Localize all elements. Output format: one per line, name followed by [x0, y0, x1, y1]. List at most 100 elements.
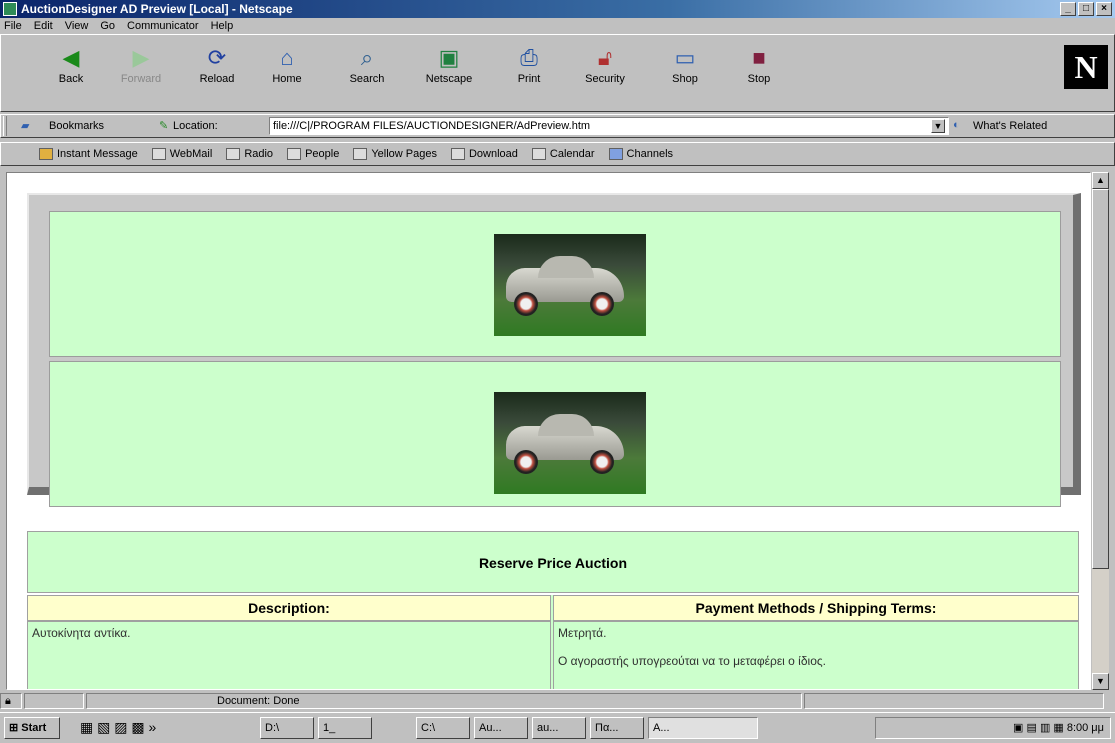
minimize-button[interactable]: _ — [1060, 2, 1076, 16]
stop-icon: ■ — [752, 45, 766, 70]
bookmark-page-icon — [450, 148, 465, 161]
payment-text-1: Μετρητά. — [558, 626, 607, 640]
image-cell-1 — [49, 211, 1061, 357]
bookmark-page-icon — [531, 148, 546, 161]
taskbar-item-5[interactable]: au... — [532, 717, 586, 739]
people-button[interactable]: People — [287, 148, 339, 161]
scroll-down-arrow-icon[interactable]: ▼ — [1092, 673, 1109, 690]
whats-related-button[interactable]: What's Related — [973, 120, 1047, 132]
scrollbar-thumb[interactable] — [1092, 189, 1109, 569]
location-icon: ✎ — [159, 120, 169, 132]
bookmark-page-icon — [226, 148, 241, 161]
download-button[interactable]: Download — [450, 148, 518, 161]
whats-related-icon: ◐ — [953, 119, 960, 131]
security-lock-icon: 🔓︎ — [597, 45, 613, 70]
search-button[interactable]: ⌕ Search — [337, 41, 397, 101]
calendar-button[interactable]: Calendar — [531, 148, 595, 161]
description-text: Αυτοκίνητα αντίκα. — [32, 626, 131, 640]
reload-icon: ⟳ — [207, 45, 227, 70]
quick-launch-bar[interactable]: ▦ ▧ ▨ ▩ » — [76, 717, 196, 739]
menu-go[interactable]: Go — [100, 20, 115, 32]
personal-toolbar: Instant Message WebMail Radio People Yel… — [0, 142, 1115, 166]
window-title-bar[interactable]: AuctionDesigner AD Preview [Local] - Net… — [0, 0, 1115, 18]
image-table — [27, 193, 1081, 507]
location-toolbar: ▰ Bookmarks ✎ Location: file:///C|/PROGR… — [0, 114, 1115, 138]
back-arrow-icon: ◀ — [62, 45, 80, 70]
taskbar-item-2[interactable]: 1_ — [318, 717, 372, 739]
taskbar-item-4[interactable]: Au... — [474, 717, 528, 739]
taskbar-item-6[interactable]: Πα... — [590, 717, 644, 739]
status-text: Document: Done — [86, 693, 802, 709]
instant-message-button[interactable]: Instant Message — [39, 148, 138, 161]
taskbar-item-1[interactable]: D:\ — [260, 717, 314, 739]
close-button[interactable]: × — [1096, 2, 1112, 16]
forward-button[interactable]: ▶ Forward — [111, 41, 171, 101]
system-tray: ▣ ▤ ▥ ▦ 8:00 μμ — [875, 717, 1111, 739]
taskbar-item-active[interactable]: A... — [648, 717, 758, 739]
webmail-button[interactable]: WebMail — [151, 148, 212, 161]
shop-icon: ▭ — [674, 45, 696, 70]
windows-logo-icon: ⊞ — [9, 722, 22, 734]
maximize-button[interactable]: □ — [1078, 2, 1094, 16]
payment-cell: Μετρητά. Ο αγοραστής υπογρεούται να το μ… — [553, 621, 1079, 689]
antique-car-image-1 — [494, 234, 646, 336]
reload-button[interactable]: ⟳ Reload — [187, 41, 247, 101]
home-icon: ⌂ — [280, 45, 294, 70]
security-status-icon[interactable]: 🔒︎ — [0, 693, 22, 709]
print-button[interactable]: ⎙ Print — [499, 41, 559, 101]
payment-header: Payment Methods / Shipping Terms: — [553, 595, 1079, 621]
navigation-toolbar: ◀ Back ▶ Forward ⟳ Reload ⌂ Home ⌕ Searc… — [0, 34, 1115, 112]
menu-file[interactable]: File — [4, 20, 22, 32]
window-title: AuctionDesigner AD Preview [Local] - Net… — [21, 2, 293, 16]
search-icon: ⌕ — [360, 45, 374, 70]
home-button[interactable]: ⌂ Home — [257, 41, 317, 101]
clock[interactable]: 8:00 μμ — [1067, 722, 1104, 734]
image-cell-2 — [49, 361, 1061, 507]
shop-button[interactable]: ▭ Shop — [655, 41, 715, 101]
channels-icon — [608, 148, 623, 161]
location-label: Location: — [173, 120, 218, 132]
windows-taskbar: ⊞ Start ▦ ▧ ▨ ▩ » D:\ 1_ C:\ Au... au...… — [0, 712, 1115, 743]
bookmark-page-icon — [151, 148, 166, 161]
stop-button[interactable]: ■ Stop — [729, 41, 789, 101]
netscape-button[interactable]: ▣ Netscape — [419, 41, 479, 101]
menu-edit[interactable]: Edit — [34, 20, 53, 32]
status-bar: 🔒︎ Document: Done — [0, 692, 1115, 710]
forward-arrow-icon: ▶ — [132, 45, 150, 70]
radio-button[interactable]: Radio — [226, 148, 273, 161]
channels-button[interactable]: Channels — [608, 148, 673, 161]
vertical-scrollbar[interactable]: ▲ ▼ — [1092, 172, 1109, 690]
scroll-up-arrow-icon[interactable]: ▲ — [1092, 172, 1109, 189]
auction-type-title: Reserve Price Auction — [27, 531, 1079, 593]
antique-car-image-2 — [494, 392, 646, 494]
toolbar-grip[interactable] — [3, 116, 7, 136]
start-button[interactable]: ⊞ Start — [4, 717, 60, 739]
bookmark-page-icon — [287, 148, 302, 161]
security-button[interactable]: 🔓︎ Security — [575, 41, 635, 101]
print-icon: ⎙ — [520, 45, 538, 70]
component-bar[interactable] — [804, 693, 1104, 709]
netscape-app-icon — [3, 2, 17, 16]
instant-message-icon — [39, 148, 53, 161]
payment-text-2: Ο αγοραστής υπογρεούται να το μεταφέρει … — [558, 654, 826, 668]
netscape-logo[interactable]: N — [1064, 45, 1108, 89]
page-content: Reserve Price Auction Description: Payme… — [6, 172, 1091, 690]
bookmark-page-icon — [353, 148, 368, 161]
tray-icons[interactable]: ▣ ▤ ▥ ▦ — [1013, 722, 1067, 734]
taskbar-item-3[interactable]: C:\ — [416, 717, 470, 739]
details-table: Description: Payment Methods / Shipping … — [27, 595, 1079, 689]
back-button[interactable]: ◀ Back — [41, 41, 101, 101]
description-cell: Αυτοκίνητα αντίκα. — [27, 621, 551, 689]
menu-bar: File Edit View Go Communicator Help — [0, 18, 1115, 34]
location-dropdown-button[interactable]: ▼ — [931, 119, 945, 133]
netscape-icon: ▣ — [438, 45, 460, 70]
location-url-input[interactable]: file:///C|/PROGRAM FILES/AUCTIONDESIGNER… — [269, 117, 949, 135]
description-header: Description: — [27, 595, 551, 621]
progress-indicator — [24, 693, 84, 709]
menu-communicator[interactable]: Communicator — [127, 20, 199, 32]
menu-view[interactable]: View — [65, 20, 89, 32]
bookmarks-icon: ▰ — [21, 120, 30, 132]
yellow-pages-button[interactable]: Yellow Pages — [353, 148, 437, 161]
menu-help[interactable]: Help — [211, 20, 234, 32]
bookmarks-button[interactable]: Bookmarks — [49, 120, 104, 132]
